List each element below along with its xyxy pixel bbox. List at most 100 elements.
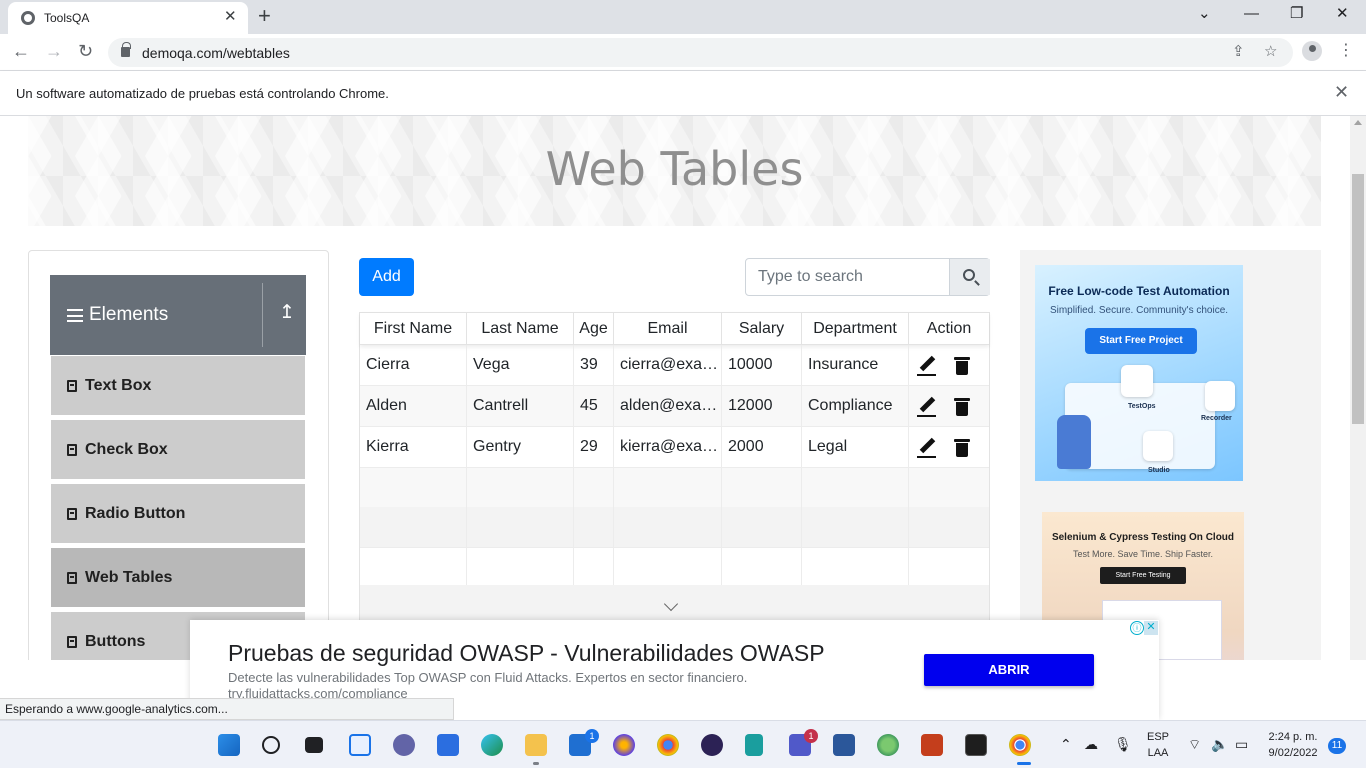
ad-cta-button[interactable]: Start Free Testing [1100, 567, 1186, 584]
keyboard-layout[interactable]: LAA [1144, 747, 1172, 759]
share-icon[interactable]: ⇪ [1232, 43, 1245, 61]
delete-icon[interactable] [954, 397, 970, 416]
search-icon[interactable] [262, 736, 280, 754]
sidebar-item-web-tables[interactable]: Web Tables [51, 548, 305, 609]
widgets-icon[interactable] [349, 734, 371, 756]
empty-cell [574, 468, 614, 508]
network-map-icon[interactable] [877, 734, 899, 756]
search-input[interactable] [746, 259, 949, 295]
task-view-icon[interactable] [305, 737, 323, 753]
chrome-dev-icon[interactable] [657, 734, 679, 756]
column-header-last-name[interactable]: Last Name [467, 313, 574, 345]
firefox-icon[interactable] [613, 734, 635, 756]
ad-close-icon[interactable]: ✕ [1144, 621, 1158, 635]
tab-title: ToolsQA [44, 11, 90, 25]
notification-badge[interactable]: 11 [1328, 738, 1346, 754]
clock-time[interactable]: 2:24 p. m. [1262, 731, 1324, 743]
file-explorer-icon[interactable] [525, 734, 547, 756]
sidebar-item-text-box[interactable]: Text Box [51, 356, 305, 417]
sidebar: Elements Text Box Check Box Radio Button… [28, 250, 329, 660]
scroll-thumb[interactable] [1352, 174, 1364, 424]
close-window-button[interactable]: ✕ [1336, 5, 1349, 23]
list-icon [67, 508, 77, 520]
empty-cell [574, 546, 614, 586]
edit-icon[interactable] [917, 438, 937, 458]
empty-cell [467, 546, 574, 586]
tab-close-button[interactable]: ✕ [224, 8, 237, 26]
edit-icon[interactable] [917, 356, 937, 376]
url-text[interactable]: demoqa.com/webtables [142, 45, 290, 61]
empty-cell [802, 507, 909, 547]
cell-salary: 10000 [722, 345, 802, 385]
language-indicator[interactable]: ESP [1144, 731, 1172, 743]
collapse-icon[interactable] [279, 303, 295, 323]
column-header-age[interactable]: Age [574, 313, 614, 345]
word-icon[interactable] [833, 734, 855, 756]
empty-cell [574, 507, 614, 547]
empty-cell [722, 546, 802, 586]
clock-date[interactable]: 9/02/2022 [1262, 747, 1324, 759]
chevron-up-icon[interactable]: ⌃ [1060, 736, 1072, 752]
battery-icon[interactable]: ▭ [1235, 736, 1248, 752]
start-icon[interactable] [218, 734, 240, 756]
wifi-icon[interactable]: ⌔ [1188, 736, 1201, 752]
cell-age: 39 [574, 345, 614, 385]
lock-icon[interactable] [121, 42, 131, 57]
store-icon[interactable] [437, 734, 459, 756]
edge-icon[interactable] [481, 734, 503, 756]
page-header-banner: Web Tables [28, 116, 1321, 226]
adchoices-icon[interactable]: ⓘ [1130, 621, 1144, 635]
empty-row [360, 468, 989, 509]
search-box [745, 258, 990, 296]
chrome-menu-icon[interactable]: ⋮ [1338, 42, 1354, 60]
page-scrollbar[interactable] [1350, 116, 1366, 660]
chat-icon[interactable] [393, 734, 415, 756]
address-bar[interactable]: demoqa.com/webtables ⇪ ☆ [108, 38, 1293, 67]
cell-salary: 12000 [722, 386, 802, 426]
scroll-up-arrow[interactable] [1354, 120, 1362, 125]
table-row: Kierra Gentry 29 kierra@example.com 2000… [360, 427, 989, 468]
sidebar-item-check-box[interactable]: Check Box [51, 420, 305, 481]
delete-icon[interactable] [954, 438, 970, 457]
chrome-icon[interactable] [1009, 734, 1031, 756]
cell-age: 29 [574, 427, 614, 467]
reload-icon[interactable]: ↻ [78, 41, 93, 61]
infobar-close-button[interactable]: ✕ [1334, 83, 1349, 101]
ad-subtitle: Simplified. Secure. Community's choice. [1049, 305, 1229, 316]
column-header-email[interactable]: Email [614, 313, 722, 345]
ad-sidebar: Free Low-code Test Automation Simplified… [1020, 250, 1321, 660]
profile-avatar-icon[interactable] [1302, 41, 1322, 61]
sidebar-item-radio-button[interactable]: Radio Button [51, 484, 305, 545]
volume-icon[interactable]: 🔈 [1211, 736, 1228, 752]
powerpoint-icon[interactable] [921, 734, 943, 756]
delete-icon[interactable] [954, 356, 970, 375]
ad-cta-button[interactable]: Start Free Project [1085, 328, 1197, 354]
forward-icon[interactable]: → [45, 41, 63, 61]
search-button[interactable] [949, 259, 990, 295]
onedrive-icon[interactable]: ☁ [1084, 736, 1098, 752]
bookmark-star-icon[interactable]: ☆ [1264, 43, 1277, 61]
column-header-department[interactable]: Department [802, 313, 909, 345]
terminal-icon[interactable] [965, 734, 987, 756]
eclipse-icon[interactable] [701, 734, 723, 756]
elements-group-header[interactable]: Elements [50, 275, 306, 355]
column-header-first-name[interactable]: First Name [360, 313, 467, 345]
search-icon [963, 269, 975, 281]
globe-icon [21, 11, 35, 25]
tab-search-icon[interactable]: ⌄ [1198, 5, 1211, 23]
back-icon[interactable]: ← [12, 41, 30, 61]
microphone-icon[interactable]: 🎙 [1114, 736, 1132, 752]
edit-icon[interactable] [917, 397, 937, 417]
column-header-salary[interactable]: Salary [722, 313, 802, 345]
ad-headline[interactable]: Pruebas de seguridad OWASP - Vulnerabili… [228, 640, 825, 667]
browser-tab[interactable]: ToolsQA ✕ [8, 2, 248, 34]
table-header: First Name Last Name Age Email Salary De… [360, 313, 989, 345]
katalon-ad[interactable]: Free Low-code Test Automation Simplified… [1035, 265, 1243, 481]
minimize-button[interactable]: — [1244, 5, 1259, 23]
add-record-button[interactable]: Add [359, 258, 414, 296]
new-tab-button[interactable]: + [258, 4, 271, 28]
recorder-icon [1205, 381, 1235, 411]
notepad-icon[interactable] [745, 734, 763, 756]
restore-button[interactable]: ❐ [1290, 5, 1303, 23]
ad-open-button[interactable]: ABRIR [924, 654, 1094, 686]
